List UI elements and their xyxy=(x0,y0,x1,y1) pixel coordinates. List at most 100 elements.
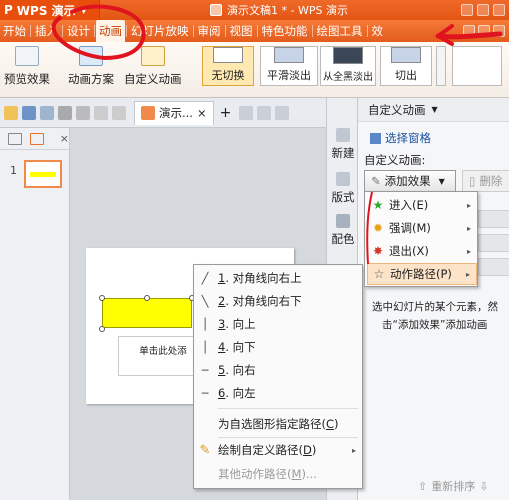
transition-none[interactable]: 无切换 xyxy=(202,46,254,86)
brush-icon: ✎ xyxy=(371,174,381,188)
menu-divider xyxy=(126,25,127,37)
effect-motion-path[interactable]: ☆ 动作路径(P) ▸ xyxy=(367,263,477,285)
other-motion-paths[interactable]: 其他动作路径(M)... xyxy=(194,463,362,485)
preview-effect-label: 预览效果 xyxy=(4,72,50,86)
specify-shape-path[interactable]: 为自选图形指定路径(C) xyxy=(194,413,362,435)
pane-header: 自定义动画 ▼ xyxy=(358,98,509,122)
skin-icon[interactable] xyxy=(478,25,490,37)
close-panel-icon[interactable]: × xyxy=(60,132,69,145)
text-icon[interactable] xyxy=(275,105,290,120)
scroll-right-icon[interactable] xyxy=(463,25,475,37)
clear-icon[interactable] xyxy=(257,105,272,120)
arrow-up-icon[interactable]: ⇧ xyxy=(418,480,427,493)
document-title: 演示文稿1 * - WPS 演示 xyxy=(227,4,348,17)
window-controls xyxy=(461,0,509,20)
open-folder-icon[interactable] xyxy=(4,105,18,120)
slides-view-tab[interactable] xyxy=(29,132,44,145)
print-icon[interactable] xyxy=(58,105,72,120)
wps-app-menu-button[interactable]: P WPS 演示 ▼ xyxy=(0,0,100,20)
transition-label: 切出 xyxy=(395,69,417,82)
transition-fade-smooth[interactable]: 平滑淡出 xyxy=(260,46,318,86)
close-tab-icon[interactable]: × xyxy=(197,106,207,120)
menu-design[interactable]: 设计 xyxy=(64,20,93,42)
menu-divider xyxy=(192,25,194,37)
document-icon xyxy=(210,4,222,16)
layout-button[interactable]: 版式 xyxy=(327,172,359,205)
minimize-ribbon-icon[interactable] xyxy=(493,25,505,37)
undo-icon[interactable] xyxy=(94,105,108,120)
mail-icon[interactable] xyxy=(461,4,473,16)
placeholder-text: 单击此处添 xyxy=(139,346,187,357)
export-pdf-icon[interactable] xyxy=(40,105,54,120)
document-tab[interactable]: 演示... × xyxy=(134,100,214,125)
transition-fade-black[interactable]: 从全黑淡出 xyxy=(320,46,376,86)
exit-star-icon: ✸ xyxy=(372,244,384,258)
panel-tabs: × xyxy=(0,128,69,150)
menu-drawing-tools[interactable]: 绘图工具 xyxy=(314,20,366,42)
menu-view[interactable]: 视图 xyxy=(227,20,256,42)
effect-entrance[interactable]: ★ 进入(E) ▸ xyxy=(367,194,477,216)
transition-more[interactable] xyxy=(452,46,502,86)
custom-animation-icon xyxy=(140,46,165,66)
yellow-rectangle-shape[interactable] xyxy=(102,298,192,328)
transition-gallery-scroll[interactable] xyxy=(436,46,446,86)
animation-scheme-button[interactable]: 动画方案 xyxy=(68,46,114,87)
path-down[interactable]: │ 4. 向下 xyxy=(194,336,362,358)
menu-divider xyxy=(256,25,258,37)
resize-handle[interactable] xyxy=(99,295,105,301)
save-icon[interactable] xyxy=(22,105,36,120)
access-key: M xyxy=(291,467,302,481)
chevron-down-icon[interactable]: ▼ xyxy=(432,105,438,114)
transition-label: 从全黑淡出 xyxy=(323,72,373,83)
add-effect-button[interactable]: ✎ 添加效果 ▼ xyxy=(364,170,456,192)
effect-exit[interactable]: ✸ 退出(X) ▸ xyxy=(367,240,477,262)
print-preview-icon[interactable] xyxy=(76,105,90,120)
left-path-icon: ─ xyxy=(201,386,209,400)
path-right[interactable]: ─ 5. 向右 xyxy=(194,359,362,381)
delete-icon: ▯ xyxy=(469,174,476,188)
menu-slideshow[interactable]: 幻灯片放映 xyxy=(128,20,192,42)
effect-emphasis[interactable]: ✹ 强调(M) ▸ xyxy=(367,217,477,239)
new-tab-icon[interactable]: + xyxy=(220,105,232,121)
outline-view-tab[interactable] xyxy=(8,132,22,145)
delete-effect-button[interactable]: ▯ 删除 xyxy=(462,170,509,192)
arrow-down-icon[interactable]: ⇩ xyxy=(479,480,488,493)
transition-cut[interactable]: 切出 xyxy=(380,46,432,86)
menu-divider xyxy=(311,25,313,37)
wps-logo-icon: P xyxy=(4,3,13,17)
preview-effect-button[interactable]: 预览效果 xyxy=(4,46,50,87)
menu-home[interactable]: 开始 xyxy=(0,20,29,42)
custom-animation-button[interactable]: 自定义动画 xyxy=(124,46,182,87)
menu-review[interactable]: 审阅 xyxy=(195,20,224,42)
reorder-control: ⇧ 重新排序 ⇩ xyxy=(418,478,488,494)
color-scheme-label: 配色 xyxy=(331,232,355,246)
path-up[interactable]: │ 3. 向上 xyxy=(194,313,362,335)
selection-pane-link[interactable]: 选择窗格 xyxy=(370,130,431,146)
delete-label: 删除 xyxy=(479,174,503,188)
color-scheme-button[interactable]: 配色 xyxy=(327,214,359,247)
menu-features[interactable]: 特色功能 xyxy=(259,20,311,42)
menu-divider xyxy=(366,25,368,37)
menu-animation[interactable]: 动画 xyxy=(96,20,125,42)
menu-insert[interactable]: 插入 xyxy=(32,20,61,42)
property-field[interactable] xyxy=(478,210,509,228)
settings-icon[interactable] xyxy=(477,4,489,16)
draw-custom-path[interactable]: ✎ 绘制自定义路径(D) ▸ xyxy=(194,439,362,461)
effect-label: 强调(M) xyxy=(389,221,431,235)
menu-item-label-end: )... xyxy=(301,467,317,481)
path-diagonal-up-right[interactable]: ╱ 1. 对角线向右上 xyxy=(194,267,362,289)
resize-handle[interactable] xyxy=(144,295,150,301)
path-diagonal-down-right[interactable]: ╲ 2. 对角线向右下 xyxy=(194,290,362,312)
resize-handle[interactable] xyxy=(99,326,105,332)
property-field[interactable] xyxy=(478,258,509,276)
menu-item-label: 为自选图形指定路径( xyxy=(218,417,326,431)
slide-thumbnail[interactable] xyxy=(24,160,62,188)
selection-pane-label: 选择窗格 xyxy=(385,131,431,145)
property-field[interactable] xyxy=(478,234,509,252)
menu-effects[interactable]: 效 xyxy=(369,20,387,42)
redo-icon[interactable] xyxy=(112,105,126,120)
help-icon[interactable] xyxy=(493,4,505,16)
new-slide-button[interactable]: 新建 xyxy=(327,128,359,161)
path-left[interactable]: ─ 6. 向左 xyxy=(194,382,362,404)
format-painter-icon[interactable] xyxy=(239,105,254,120)
